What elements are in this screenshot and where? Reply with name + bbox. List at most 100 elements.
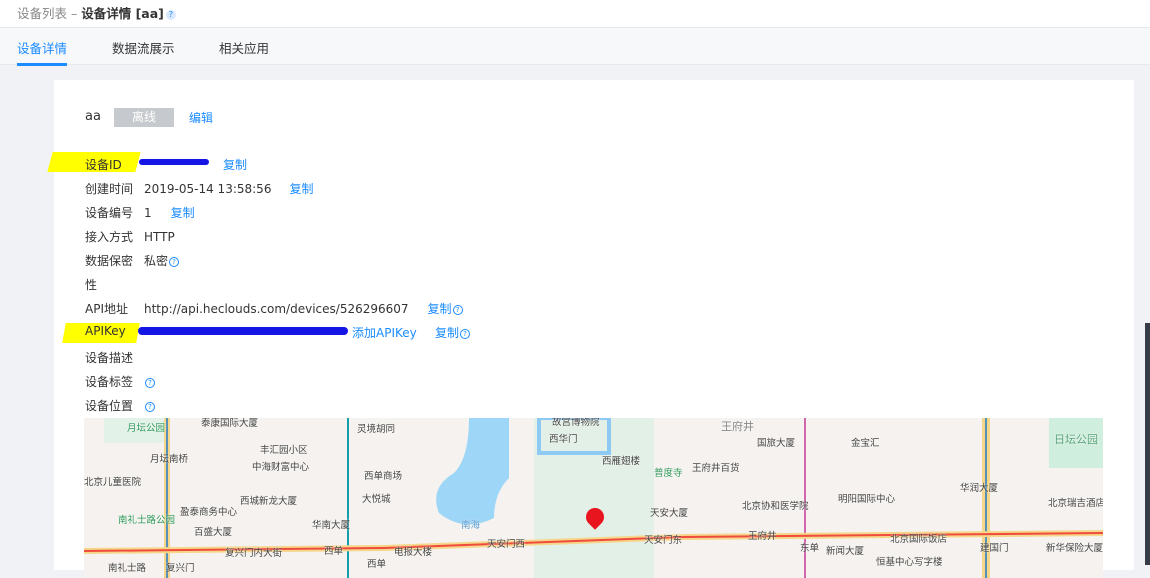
add-apikey-link[interactable]: 添加APIKey: [352, 324, 417, 341]
map-label: 普度寺: [654, 468, 683, 479]
breadcrumb-separator: –: [67, 6, 82, 21]
map-label: 百盛大厦: [194, 527, 233, 538]
device-name: aa: [85, 109, 101, 124]
field-access: 接入方式 HTTP: [85, 228, 175, 245]
help-icon[interactable]: ?: [145, 401, 155, 412]
help-icon[interactable]: ?: [169, 256, 180, 267]
field-value: 私密: [144, 254, 169, 268]
tab-datastream[interactable]: 数据流展示: [112, 38, 175, 57]
map-label: 复兴门: [166, 563, 195, 574]
copy-apikey-link[interactable]: 复制: [435, 326, 459, 340]
map-label: 南礼士路: [108, 563, 147, 574]
redaction-scribble: [139, 159, 209, 165]
tab-related-apps[interactable]: 相关应用: [219, 38, 269, 57]
map-label: 国旅大厦: [757, 438, 796, 449]
map-label: 故宫博物院: [552, 418, 600, 428]
map-label: 西城新龙大厦: [240, 496, 298, 507]
breadcrumb-current: 设备详情 [aa]: [81, 6, 164, 21]
help-icon[interactable]: ?: [145, 377, 155, 388]
field-value: HTTP: [144, 230, 175, 244]
map-label: 新华保险大厦: [1046, 543, 1103, 554]
field-label: 设备位置: [85, 399, 134, 413]
field-apikey: APIKey: [85, 324, 144, 338]
map-label: 北京瑞吉酒店: [1048, 498, 1103, 509]
map-label: 大悦城: [362, 494, 391, 505]
copy-id-link[interactable]: 复制: [223, 156, 247, 173]
map-label: 北京儿童医院: [84, 477, 142, 488]
field-value: 1: [144, 206, 152, 220]
page-header: 设备列表 – 设备详情 [aa]?: [0, 0, 1150, 28]
map-label: 王府井百货: [692, 463, 740, 474]
field-number: 设备编号 1 复制: [85, 204, 195, 221]
copy-api-link[interactable]: 复制: [428, 302, 452, 316]
map-label: 电报大楼: [394, 547, 433, 558]
field-location: 设备位置?: [85, 397, 155, 414]
field-label: 设备ID: [85, 158, 122, 172]
field-label: 设备编号: [85, 206, 134, 220]
map-label: 北京国际饭店: [890, 534, 948, 545]
map-label: 南海: [461, 520, 481, 531]
help-icon[interactable]: ?: [460, 328, 471, 339]
map-label: 西单: [367, 559, 387, 570]
map-label: 丰汇园小区: [260, 445, 308, 456]
copy-number-link[interactable]: 复制: [171, 206, 195, 220]
field-desc: 设备描述: [85, 349, 144, 366]
map-label: 北京协和医学院: [742, 501, 809, 512]
field-privacy: 数据保密 私密?: [85, 252, 180, 269]
field-label-cont: 性: [85, 278, 98, 292]
field-label: APIKey: [85, 324, 126, 338]
map-label: 金宝汇: [851, 438, 880, 449]
map-label: 盈泰商务中心: [180, 507, 238, 518]
map-label: 南礼士路公园: [118, 515, 176, 526]
copy-apikey-group: 复制?: [435, 324, 471, 341]
map-label: 天安门西: [487, 539, 526, 550]
map-label: 西华门: [549, 434, 578, 445]
field-label: 创建时间: [85, 182, 134, 196]
map-label: 东单: [800, 543, 820, 554]
field-label: API地址: [85, 302, 128, 316]
copy-created-link[interactable]: 复制: [289, 182, 313, 196]
map-label: 华南大厦: [312, 520, 351, 531]
field-device-id: 设备ID: [85, 156, 144, 173]
map-label: 灵境胡同: [357, 424, 396, 435]
scrollbar-thumb[interactable]: [1145, 323, 1150, 565]
map-label: 天安门东: [644, 535, 683, 546]
map-label: 王府井: [721, 420, 754, 433]
map-label: 复兴门内大街: [225, 548, 283, 559]
help-icon[interactable]: ?: [452, 304, 463, 315]
field-tags: 设备标签?: [85, 373, 155, 390]
location-map[interactable]: 月坛公园 泰康国际大厦 丰汇园小区 灵境胡同 故宫博物院 西华门 月坛南桥 中海…: [84, 418, 1103, 578]
field-label: 数据保密: [85, 254, 134, 268]
tab-bar: 设备详情 数据流展示 相关应用: [0, 28, 1150, 66]
map-label: 恒基中心写字楼: [876, 557, 943, 568]
map-label: 泰康国际大厦: [201, 418, 259, 429]
tab-device-details[interactable]: 设备详情: [17, 38, 68, 66]
map-label: 华润大厦: [960, 483, 999, 494]
map-label: 西单商场: [364, 471, 403, 482]
map-label: 建国门: [980, 543, 1009, 554]
redaction-scribble: [138, 327, 348, 335]
map-label: 明阳国际中心: [838, 494, 896, 505]
breadcrumb: 设备列表 – 设备详情 [aa]?: [17, 3, 176, 22]
field-api: API地址 http://api.heclouds.com/devices/526…: [85, 300, 463, 317]
field-value: 2019-05-14 13:58:56: [144, 182, 272, 196]
status-badge: 离线: [114, 108, 174, 127]
map-label: 天安大厦: [650, 508, 689, 519]
field-label: 接入方式: [85, 230, 134, 244]
map-label: 日坛公园: [1054, 433, 1098, 446]
map-label: 月坛公园: [127, 423, 166, 434]
map-label: 西雁翅楼: [602, 456, 641, 467]
api-url: http://api.heclouds.com/devices/52629660…: [144, 302, 409, 316]
map-label: 中海财富中心: [252, 462, 310, 473]
device-detail-card: aa 离线 编辑 设备ID 复制 创建时间 2019-05-14 13:58:56…: [47, 80, 1134, 578]
help-icon[interactable]: ?: [165, 9, 176, 20]
field-label: 设备描述: [85, 351, 134, 365]
breadcrumb-parent[interactable]: 设备列表: [17, 6, 67, 21]
edit-link[interactable]: 编辑: [189, 109, 213, 126]
map-label: 月坛南桥: [150, 454, 189, 465]
map-label: 王府井: [748, 531, 777, 542]
map-label: 新闻大厦: [826, 546, 865, 557]
field-created: 创建时间 2019-05-14 13:58:56 复制: [85, 180, 313, 197]
map-label: 西单: [324, 546, 344, 557]
field-label: 设备标签: [85, 375, 134, 389]
